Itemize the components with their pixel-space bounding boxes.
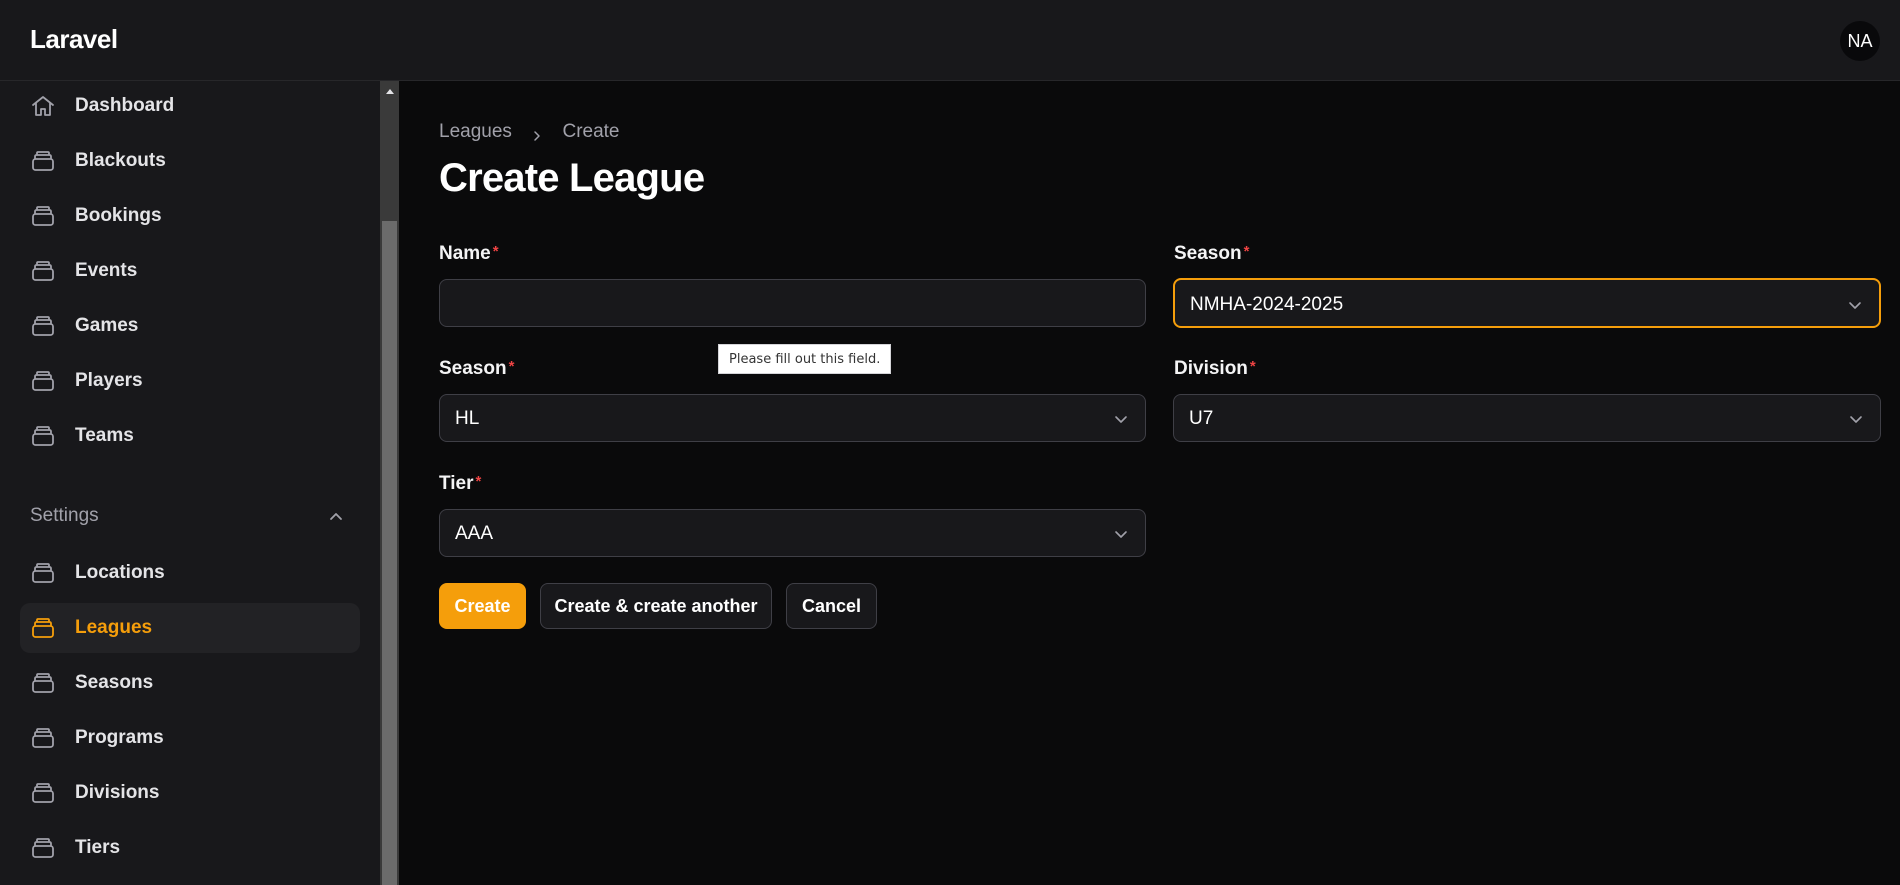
required-asterisk: * <box>475 473 482 490</box>
division-select[interactable]: U7 <box>1173 394 1881 442</box>
sidebar-item-label: Blackouts <box>75 150 166 171</box>
sidebar-item-blackouts[interactable]: Blackouts <box>20 136 360 186</box>
settings-group-label: Settings <box>30 505 99 526</box>
stack-icon <box>30 836 56 860</box>
stack-icon <box>30 616 56 640</box>
scrollbar-thumb[interactable] <box>382 221 397 885</box>
stack-icon <box>30 149 56 173</box>
sidebar-item-seasons[interactable]: Seasons <box>20 658 360 708</box>
tier-select[interactable]: AAA <box>439 509 1146 557</box>
sidebar-item-divisions[interactable]: Divisions <box>20 768 360 818</box>
sidebar-item-leagues[interactable]: Leagues <box>20 603 360 653</box>
stack-icon <box>30 726 56 750</box>
chevron-down-icon <box>1848 411 1864 427</box>
season-select[interactable]: HL <box>439 394 1146 442</box>
tier-label: Tier * <box>439 473 481 495</box>
chevron-up-icon[interactable] <box>326 506 346 526</box>
sidebar-item-bookings[interactable]: Bookings <box>20 191 360 241</box>
breadcrumb-current: Create <box>562 121 620 142</box>
stack-icon <box>30 561 56 585</box>
division-label: Division * <box>1174 358 1256 380</box>
sidebar-item-games[interactable]: Games <box>20 301 360 351</box>
sidebar-item-label: Seasons <box>75 672 154 693</box>
season-label-text: Season <box>1174 243 1242 264</box>
name-field[interactable] <box>439 279 1146 327</box>
division-select-value: U7 <box>1189 408 1214 429</box>
home-icon <box>30 94 56 118</box>
breadcrumb-leagues-link[interactable]: Leagues <box>439 121 512 143</box>
division-label-text: Division <box>1174 358 1248 379</box>
name-label-text: Name <box>439 243 491 264</box>
tier-label-text: Tier <box>439 473 474 494</box>
chevron-down-icon <box>1113 526 1129 542</box>
stack-icon <box>30 259 56 283</box>
stack-icon <box>30 369 56 393</box>
sidebar-item-dashboard[interactable]: Dashboard <box>20 81 360 131</box>
stack-icon <box>30 671 56 695</box>
user-avatar[interactable]: NA <box>1840 21 1880 61</box>
sidebar-item-programs[interactable]: Programs <box>20 713 360 763</box>
required-asterisk: * <box>492 243 499 260</box>
sidebar-item-label: Tiers <box>75 837 121 858</box>
top-bar: Laravel NA <box>0 0 1900 81</box>
sidebar-item-players[interactable]: Players <box>20 356 360 406</box>
season-select-value: HL <box>455 408 480 429</box>
season-label: Season * <box>439 358 514 380</box>
season-select-value: NMHA-2024-2025 <box>1190 294 1344 315</box>
required-asterisk: * <box>1249 358 1256 375</box>
sidebar-item-locations[interactable]: Locations <box>20 548 360 598</box>
stack-icon <box>30 314 56 338</box>
sidebar-item-tiers[interactable]: Tiers <box>20 823 360 873</box>
sidebar: Dashboard Blackouts Bookings Events Game… <box>0 81 380 885</box>
season-select-focused[interactable]: NMHA-2024-2025 <box>1173 278 1881 328</box>
chevron-right-icon <box>531 126 543 141</box>
breadcrumb: Leagues Create <box>439 121 620 143</box>
sidebar-item-events[interactable]: Events <box>20 246 360 296</box>
chevron-down-icon <box>1113 411 1129 427</box>
required-asterisk: * <box>1243 243 1250 260</box>
sidebar-item-label: Teams <box>75 425 134 446</box>
validation-tooltip: Please fill out this field. <box>718 344 892 374</box>
sidebar-item-label: Leagues <box>75 617 153 638</box>
name-input[interactable] <box>440 280 1145 326</box>
cancel-button[interactable]: Cancel <box>786 583 877 629</box>
create-button[interactable]: Create <box>439 583 526 629</box>
main-content: Leagues Create Create League Name * Seaso… <box>399 81 1900 885</box>
season-label: Season * <box>1174 243 1249 265</box>
sidebar-item-label: Events <box>75 260 138 281</box>
scroll-up-arrow-icon[interactable] <box>380 81 399 101</box>
sidebar-item-teams[interactable]: Teams <box>20 411 360 461</box>
sidebar-item-label: Divisions <box>75 782 160 803</box>
brand-logo[interactable]: Laravel <box>30 24 118 55</box>
sidebar-item-label: Players <box>75 370 143 391</box>
create-another-button[interactable]: Create & create another <box>540 583 772 629</box>
required-asterisk: * <box>508 358 515 375</box>
stack-icon <box>30 424 56 448</box>
sidebar-item-label: Games <box>75 315 139 336</box>
sidebar-item-label: Bookings <box>75 205 162 226</box>
sidebar-item-label: Dashboard <box>75 95 175 116</box>
season-label-text: Season <box>439 358 507 379</box>
tier-select-value: AAA <box>455 523 494 544</box>
stack-icon <box>30 204 56 228</box>
stack-icon <box>30 781 56 805</box>
sidebar-scrollbar[interactable] <box>380 81 399 885</box>
sidebar-item-label: Programs <box>75 727 164 748</box>
sidebar-item-label: Locations <box>75 562 165 583</box>
page-title: Create League <box>439 156 705 200</box>
name-label: Name * <box>439 243 499 265</box>
chevron-down-icon <box>1847 297 1863 313</box>
